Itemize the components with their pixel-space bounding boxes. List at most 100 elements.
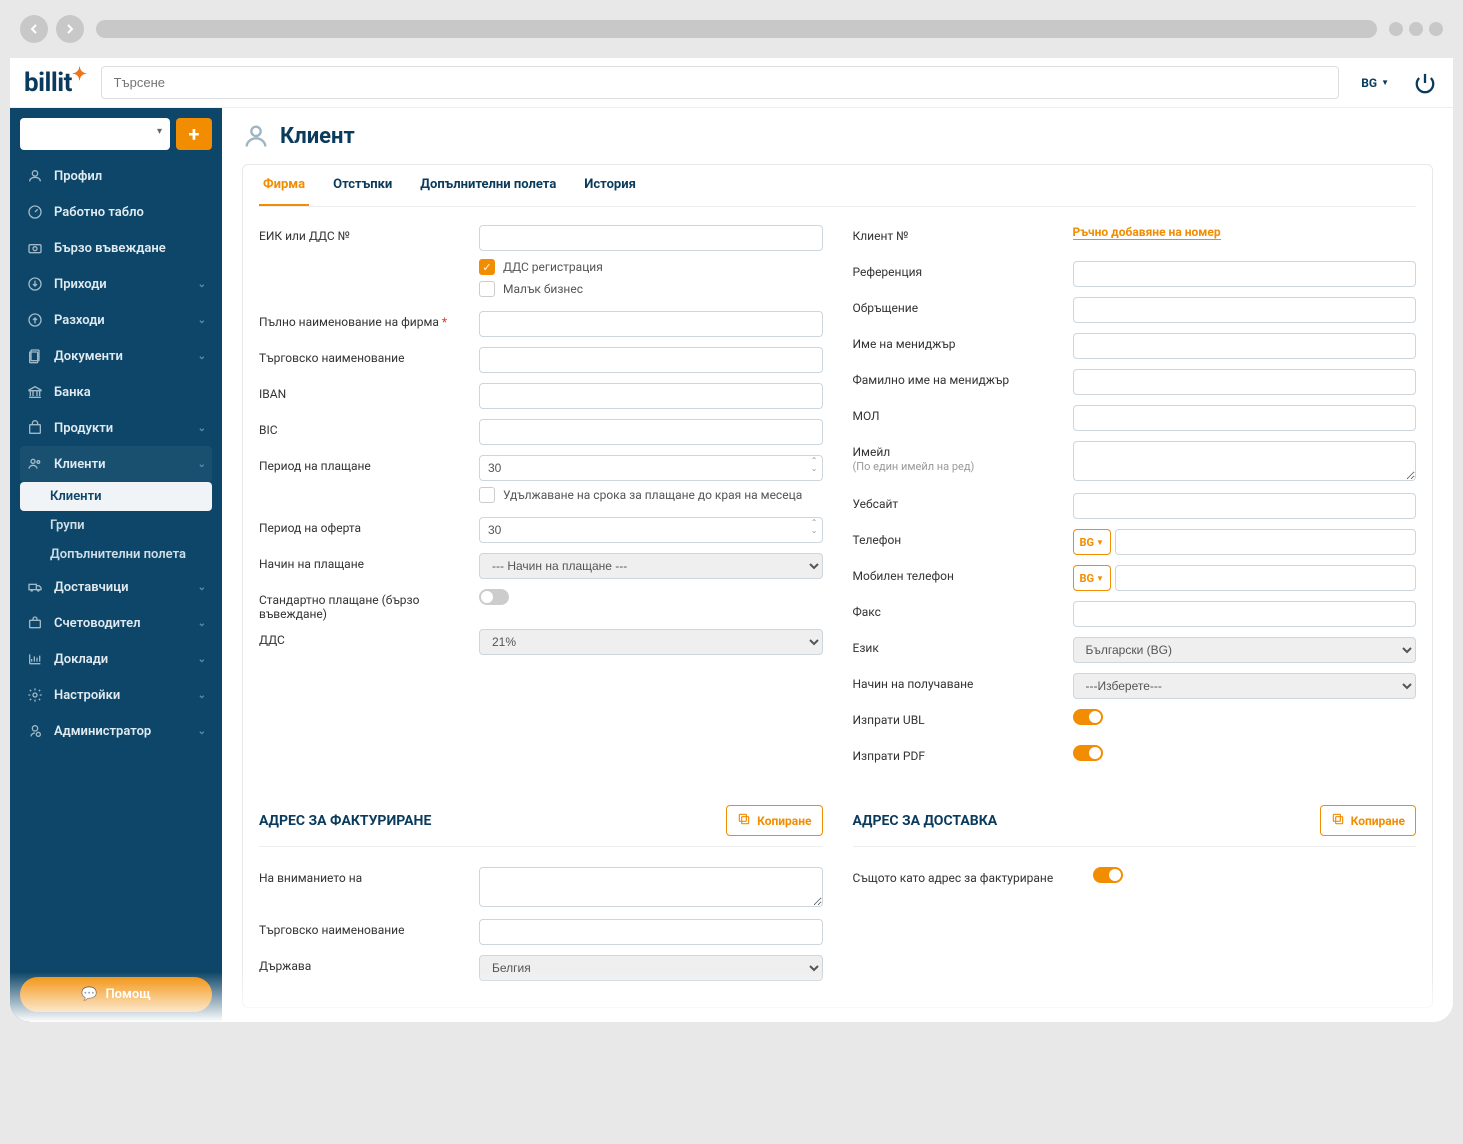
sidebar-item-suppliers[interactable]: Доставчици ⌄: [20, 569, 212, 605]
users-icon: [26, 455, 44, 473]
chevron-down-icon: ⌄: [198, 582, 206, 593]
vat-select[interactable]: 21%: [479, 629, 823, 655]
sidebar-item-documents[interactable]: Документи ⌄: [20, 338, 212, 374]
user-icon: [26, 167, 44, 185]
same-as-billing-toggle[interactable]: [1093, 867, 1123, 883]
browser-back[interactable]: [20, 15, 48, 43]
sidebar-item-quick-entry[interactable]: Бързо въвеждане: [20, 230, 212, 266]
website-label: Уебсайт: [853, 493, 1073, 511]
tab-customfields[interactable]: Допълнителни полета: [416, 165, 560, 206]
manager-first-input[interactable]: [1073, 333, 1417, 359]
browser-chrome: [0, 0, 1463, 58]
sidebar-sub-customfields[interactable]: Допълнителни полета: [20, 540, 212, 569]
sidebar-item-admin[interactable]: Администратор ⌄: [20, 713, 212, 749]
gauge-icon: [26, 203, 44, 221]
manual-number-link[interactable]: Ръчно добавяне на номер: [1073, 225, 1221, 240]
sidebar-item-clients[interactable]: Клиенти ⌄: [20, 446, 212, 482]
sidebar: + Профил Работно табло Бързо въвеждане П…: [10, 108, 222, 1022]
sidebar-sub-clients[interactable]: Клиенти: [20, 482, 212, 511]
iban-input[interactable]: [479, 383, 823, 409]
sidebar-item-income[interactable]: Приходи ⌄: [20, 266, 212, 302]
sidebar-sub-groups[interactable]: Групи: [20, 511, 212, 540]
browser-forward[interactable]: [56, 15, 84, 43]
billing-tradename-input[interactable]: [479, 919, 823, 945]
extend-eom-checkbox[interactable]: [479, 487, 495, 503]
tab-discounts[interactable]: Отстъпки: [329, 165, 396, 206]
sidebar-item-products[interactable]: Продукти ⌄: [20, 410, 212, 446]
sidebar-item-reports[interactable]: Доклади ⌄: [20, 641, 212, 677]
window-controls: [1389, 22, 1443, 36]
email-input[interactable]: [1073, 441, 1417, 481]
chat-icon: 💬: [81, 987, 97, 1002]
receive-method-label: Начин на получаване: [853, 673, 1073, 691]
sidebar-item-accountant[interactable]: Счетоводител ⌄: [20, 605, 212, 641]
attention-label: На вниманието на: [259, 867, 479, 885]
sidebar-item-expenses[interactable]: Разходи ⌄: [20, 302, 212, 338]
send-ubl-label: Изпрати UBL: [853, 709, 1073, 727]
same-as-billing-label: Същото като адрес за фактуриране: [853, 867, 1093, 885]
sidebar-add-button[interactable]: +: [176, 118, 212, 150]
sidebar-item-bank[interactable]: Банка: [20, 374, 212, 410]
tab-company[interactable]: Фирма: [259, 165, 309, 206]
phone-prefix-button[interactable]: BG▼: [1073, 529, 1111, 555]
language-selector[interactable]: BG▼: [1353, 76, 1397, 90]
sidebar-item-profile[interactable]: Профил: [20, 158, 212, 194]
sidebar-item-dashboard[interactable]: Работно табло: [20, 194, 212, 230]
mol-input[interactable]: [1073, 405, 1417, 431]
chart-icon: [26, 650, 44, 668]
reference-input[interactable]: [1073, 261, 1417, 287]
trade-name-label: Търговско наименование: [259, 347, 479, 365]
user-icon: [242, 122, 270, 150]
tab-history[interactable]: История: [580, 165, 640, 206]
url-bar[interactable]: [96, 20, 1377, 38]
briefcase-icon: [26, 614, 44, 632]
copy-delivery-button[interactable]: Копиране: [1320, 805, 1416, 836]
send-ubl-toggle[interactable]: [1073, 709, 1103, 725]
extend-eom-label: Удължаване на срока за плащане до края н…: [503, 488, 802, 502]
manager-last-input[interactable]: [1073, 369, 1417, 395]
send-pdf-toggle[interactable]: [1073, 745, 1103, 761]
trade-name-input[interactable]: [479, 347, 823, 373]
manager-last-label: Фамилно име на мениджър: [853, 369, 1073, 387]
eik-input[interactable]: [479, 225, 823, 251]
receive-method-select[interactable]: ---Изберете---: [1073, 673, 1417, 699]
search-input[interactable]: [101, 66, 1340, 99]
vat-label: ДДС: [259, 629, 479, 647]
chevron-down-icon: ⌄: [198, 459, 206, 470]
fax-input[interactable]: [1073, 601, 1417, 627]
std-pay-toggle[interactable]: [479, 589, 509, 605]
mobile-input[interactable]: [1115, 565, 1416, 591]
offer-period-input[interactable]: [479, 517, 823, 543]
dds-reg-checkbox[interactable]: ✓: [479, 259, 495, 275]
full-name-label: Пълно наименование на фирма *: [259, 311, 479, 329]
website-input[interactable]: [1073, 493, 1417, 519]
mobile-prefix-button[interactable]: BG▼: [1073, 565, 1111, 591]
phone-input[interactable]: [1115, 529, 1416, 555]
copy-billing-button[interactable]: Копиране: [726, 805, 822, 836]
pay-period-input[interactable]: [479, 455, 823, 481]
bic-input[interactable]: [479, 419, 823, 445]
small-biz-checkbox[interactable]: [479, 281, 495, 297]
language-select[interactable]: Български (BG): [1073, 637, 1417, 663]
chevron-down-icon: ⌄: [198, 351, 206, 362]
sidebar-add-select[interactable]: [20, 118, 170, 150]
chevron-down-icon: ⌄: [198, 279, 206, 290]
upload-icon: [26, 311, 44, 329]
pay-method-select[interactable]: --- Начин на плащане ---: [479, 553, 823, 579]
email-label: Имейл (По един имейл на ред): [853, 441, 1073, 473]
pay-method-label: Начин на плащане: [259, 553, 479, 571]
help-button[interactable]: 💬 Помощ: [20, 977, 212, 1012]
sidebar-item-settings[interactable]: Настройки ⌄: [20, 677, 212, 713]
country-label: Държава: [259, 955, 479, 973]
gear-icon: [26, 686, 44, 704]
country-select[interactable]: Белгия: [479, 955, 823, 981]
chevron-down-icon: ⌄: [198, 654, 206, 665]
full-name-input[interactable]: [479, 311, 823, 337]
attention-input[interactable]: [479, 867, 823, 907]
offer-period-label: Период на оферта: [259, 517, 479, 535]
mobile-label: Мобилен телефон: [853, 565, 1073, 583]
billing-tradename-label: Търговско наименование: [259, 919, 479, 937]
send-pdf-label: Изпрати PDF: [853, 745, 1073, 763]
logout-button[interactable]: [1411, 69, 1439, 97]
salutation-input[interactable]: [1073, 297, 1417, 323]
